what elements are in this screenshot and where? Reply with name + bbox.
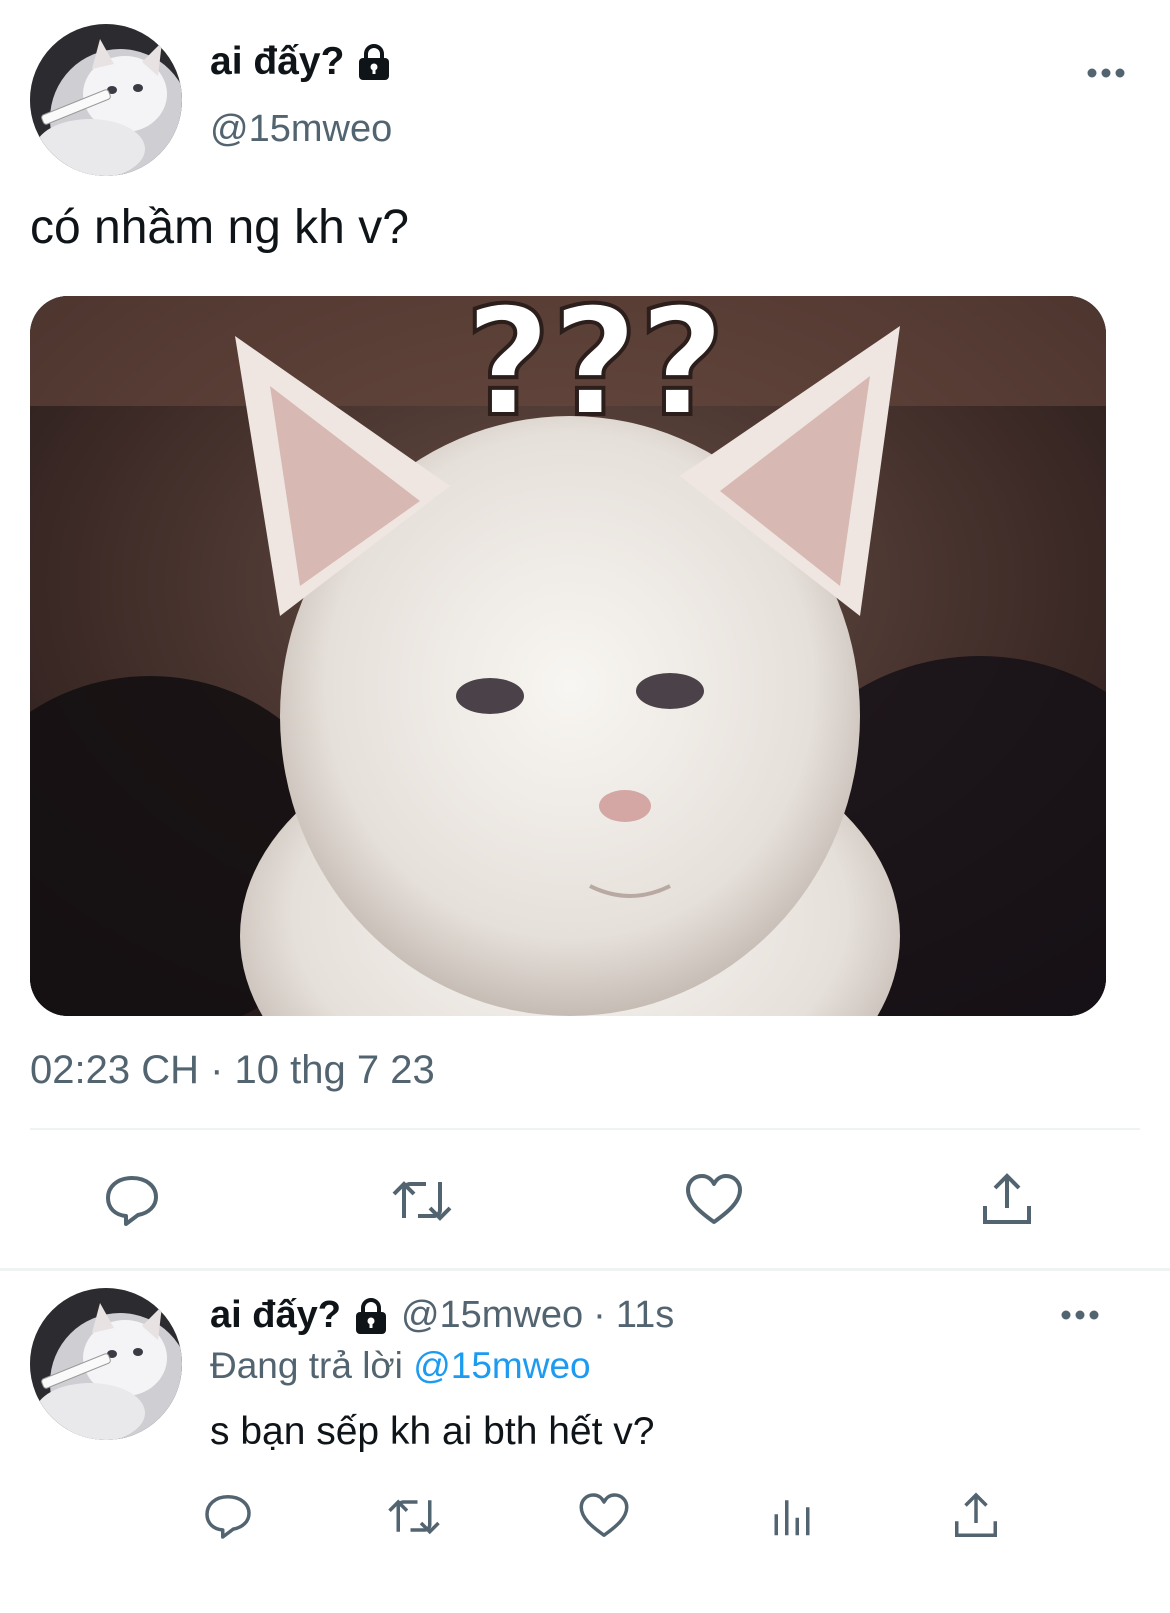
share-icon[interactable] (975, 1168, 1039, 1232)
reply-header: ai đấy? @15mweo · 11s (210, 1294, 674, 1337)
reply-text: s bạn sếp kh ai bth hết v? (210, 1410, 655, 1453)
reply-icon[interactable] (200, 1488, 256, 1544)
like-icon[interactable] (576, 1488, 632, 1544)
like-icon[interactable] (682, 1168, 746, 1232)
meta-separator: · (593, 1294, 606, 1336)
share-icon[interactable] (948, 1488, 1004, 1544)
author-avatar[interactable] (30, 24, 182, 176)
lock-icon (354, 42, 394, 82)
reply-time[interactable]: 11s (616, 1294, 674, 1337)
author-name[interactable]: ai đấy? (210, 40, 344, 84)
author-handle[interactable]: @15mweo (210, 108, 392, 151)
views-icon[interactable] (764, 1488, 820, 1544)
reply-author-avatar[interactable] (30, 1288, 182, 1440)
tweet-timestamp[interactable]: 02:23 CH · 10 thg 7 23 (30, 1048, 435, 1093)
divider (30, 1128, 1140, 1130)
replying-prefix: Đang trả lời (210, 1345, 403, 1386)
replying-to-line: Đang trả lời @15mweo (210, 1345, 591, 1387)
tweet-media-image[interactable]: ??? (30, 296, 1106, 1016)
cat-avatar-icon (30, 1288, 182, 1440)
tweet-separator (0, 1268, 1170, 1271)
tweet-text: có nhầm ng kh v? (30, 201, 409, 254)
replying-mention-link[interactable]: @15mweo (413, 1345, 590, 1386)
more-icon[interactable] (1060, 1308, 1100, 1322)
media-overlay-text: ??? (464, 296, 725, 450)
reply-author-name[interactable]: ai đấy? (210, 1294, 341, 1337)
author-name-row[interactable]: ai đấy? (210, 40, 394, 84)
retweet-icon[interactable] (386, 1488, 442, 1544)
confused-cat-image: ??? (30, 296, 1106, 1016)
more-icon[interactable] (1086, 66, 1126, 80)
retweet-icon[interactable] (390, 1168, 454, 1232)
lock-icon (351, 1296, 391, 1336)
reply-author-handle[interactable]: @15mweo (401, 1294, 583, 1337)
reply-icon[interactable] (100, 1168, 164, 1232)
cat-avatar-icon (30, 24, 182, 176)
